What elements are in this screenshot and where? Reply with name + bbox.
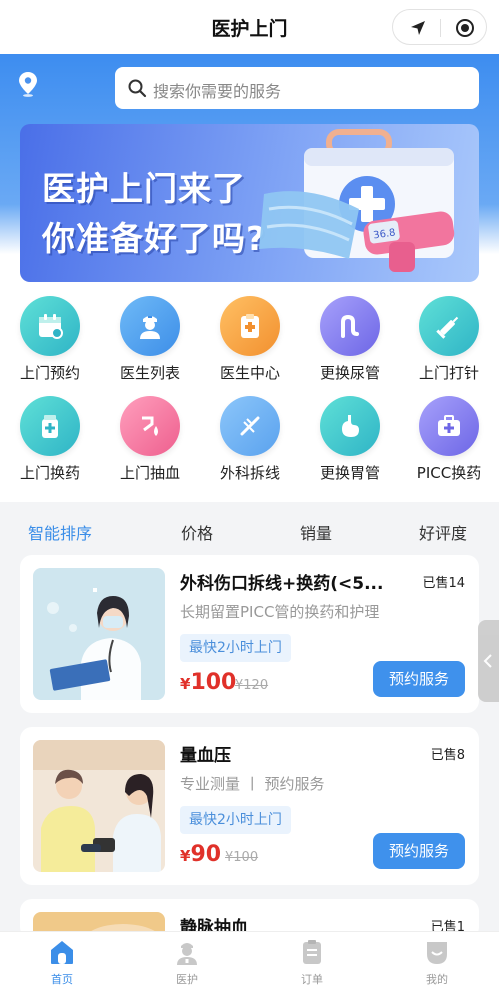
- service-thumbnail: [33, 568, 165, 700]
- sold-count: 已售8: [430, 748, 465, 763]
- eta-tag: 最快2小时上门: [180, 806, 291, 834]
- service-name: 外科伤口拆线+换药(<5...: [180, 574, 384, 594]
- suture-icon: [220, 396, 280, 456]
- price-value: 100: [190, 670, 237, 695]
- eta-tag: 最快2小时上门: [180, 634, 291, 662]
- grid-item-label: PICC换药: [416, 464, 482, 482]
- doctor-icon: [120, 296, 180, 356]
- grid-item-dressing[interactable]: 上门换药: [0, 396, 100, 483]
- grid-item-label: 上门抽血: [119, 464, 180, 482]
- service-description: 长期留置PICC管的换药和护理: [180, 603, 380, 621]
- book-service-button[interactable]: 预约服务: [373, 833, 465, 869]
- price: ¥90: [180, 842, 221, 867]
- home-icon: [51, 941, 73, 964]
- grid-item-blood-draw[interactable]: 上门抽血: [100, 396, 200, 483]
- service-card[interactable]: 量血压 已售8 专业测量 丨 预约服务 最快2小时上门 ¥90 ¥100 预约服…: [20, 727, 479, 885]
- header: 医护上门: [0, 0, 499, 54]
- grid-item-label: 上门打针: [418, 364, 479, 382]
- tab-medical[interactable]: 医护: [147, 938, 227, 987]
- chevron-left-icon: [483, 654, 492, 668]
- service-card[interactable]: 外科伤口拆线+换药(<5... 已售14 长期留置PICC管的换药和护理 最快2…: [20, 555, 479, 713]
- profile-icon: [427, 942, 447, 964]
- grid-item-label: 医生中心: [219, 364, 280, 382]
- grid-item-picc[interactable]: PICC换药: [399, 396, 499, 483]
- currency-symbol: ¥: [180, 847, 191, 865]
- grid-item-catheter[interactable]: 更换尿管: [300, 296, 400, 383]
- sort-sales[interactable]: 销量: [300, 520, 332, 544]
- grid-item-label: 更换尿管: [319, 364, 380, 382]
- syringe-icon: [419, 296, 479, 356]
- sort-bar: 智能排序 价格 销量 好评度: [0, 504, 499, 554]
- service-description: 专业测量 丨 预约服务: [180, 775, 325, 793]
- price-value: 90: [190, 842, 222, 867]
- sort-rating[interactable]: 好评度: [419, 520, 467, 544]
- grid-item-label: 上门预约: [19, 364, 80, 382]
- blood-draw-icon: [120, 396, 180, 456]
- catheter-icon: [320, 296, 380, 356]
- tab-profile[interactable]: 我的: [397, 938, 477, 987]
- service-name: 量血压: [180, 746, 231, 766]
- promo-banner[interactable]: 医护上门来了 你准备好了吗? 36.8: [20, 124, 479, 282]
- bottom-tab-bar: 首页 医护 订单 我的: [0, 931, 499, 1000]
- grid-item-doctor-list[interactable]: 医生列表: [100, 296, 200, 383]
- record-icon[interactable]: [455, 18, 475, 38]
- medicine-icon: [20, 396, 80, 456]
- order-icon: [303, 940, 321, 964]
- grid-item-label: 医生列表: [119, 364, 180, 382]
- grid-item-label: 外科拆线: [219, 464, 280, 482]
- sold-count: 已售14: [422, 576, 465, 591]
- banner-line-2: 你准备好了吗?: [42, 219, 267, 258]
- medkit-icon: [419, 396, 479, 456]
- tab-label: 订单: [301, 973, 323, 986]
- navigation-icon[interactable]: [408, 18, 428, 38]
- grid-item-gastric-tube[interactable]: 更换胃管: [300, 396, 400, 483]
- original-price: ¥120: [235, 678, 269, 693]
- book-service-button[interactable]: 预约服务: [373, 661, 465, 697]
- search-input[interactable]: 搜索你需要的服务: [115, 67, 479, 109]
- currency-symbol: ¥: [180, 675, 191, 693]
- medical-kit-illustration: 36.8: [259, 129, 455, 272]
- service-thumbnail: [33, 740, 165, 872]
- search-icon: [128, 79, 147, 98]
- tab-label: 首页: [51, 973, 73, 986]
- grid-item-appointment[interactable]: 上门预约: [0, 296, 100, 383]
- clipboard-icon: [220, 296, 280, 356]
- sort-price[interactable]: 价格: [181, 520, 213, 544]
- grid-item-suture[interactable]: 外科拆线: [200, 396, 300, 483]
- grid-item-doctor-center[interactable]: 医生中心: [200, 296, 300, 383]
- calendar-icon: [20, 296, 80, 356]
- grid-item-injection[interactable]: 上门打针: [399, 296, 499, 383]
- tab-label: 我的: [426, 973, 448, 986]
- original-price: ¥100: [225, 850, 259, 865]
- grid-item-label: 上门换药: [19, 464, 80, 482]
- tab-label: 医护: [176, 973, 198, 986]
- side-drawer-tab[interactable]: [478, 620, 499, 702]
- capsule-divider: [440, 19, 441, 37]
- banner-line-1: 医护上门来了: [42, 169, 246, 208]
- price: ¥100: [180, 670, 236, 695]
- grid-item-label: 更换胃管: [319, 464, 380, 482]
- search-placeholder: 搜索你需要的服务: [153, 82, 282, 101]
- stomach-icon: [320, 396, 380, 456]
- location-pin-icon[interactable]: [16, 70, 40, 98]
- nurse-icon: [177, 943, 197, 965]
- sort-smart[interactable]: 智能排序: [28, 520, 92, 544]
- capsule-menu: [392, 9, 487, 45]
- tab-home[interactable]: 首页: [22, 938, 102, 987]
- tab-orders[interactable]: 订单: [272, 938, 352, 987]
